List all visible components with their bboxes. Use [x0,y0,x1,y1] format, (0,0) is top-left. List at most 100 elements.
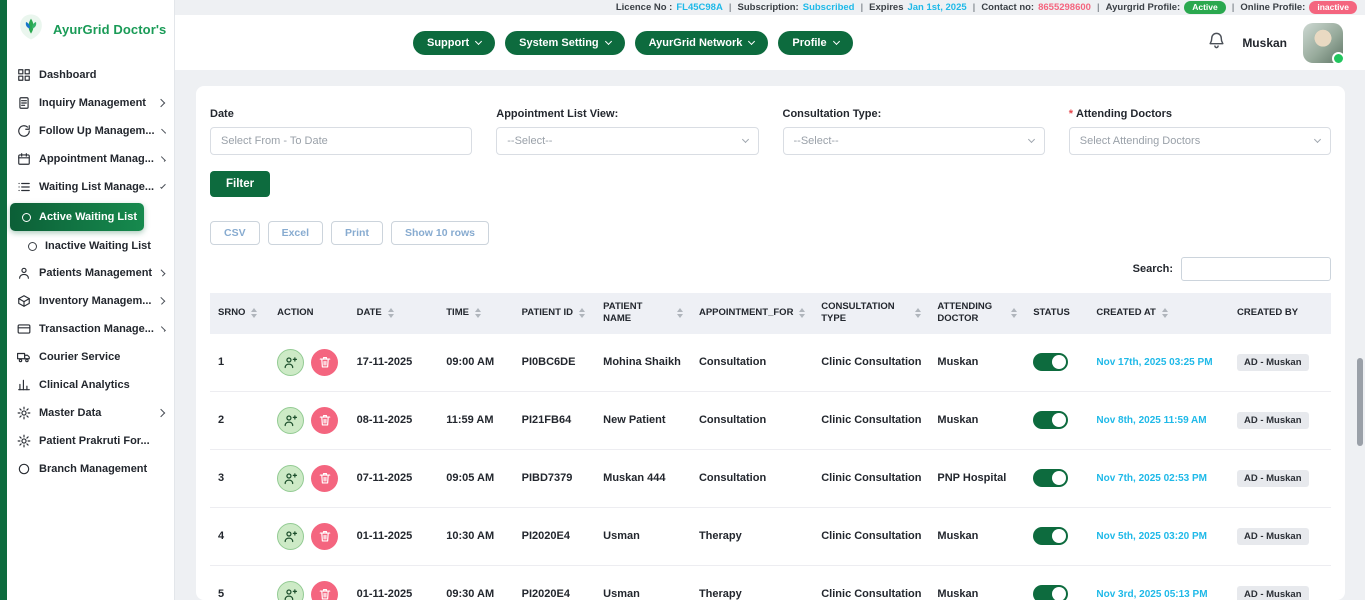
print-button[interactable]: Print [331,221,383,245]
consultation-type-select[interactable]: --Select-- [783,127,1045,155]
delete-icon[interactable] [311,523,338,550]
sidebar-item-active-waiting-list[interactable]: Active Waiting List [10,203,144,231]
col-header-appointment-for[interactable]: APPOINTMENT_FOR [691,293,813,334]
avatar[interactable] [1303,23,1343,63]
vertical-scrollbar[interactable] [1357,358,1363,446]
date-range-field[interactable] [210,127,472,155]
ayurgrid-network-menu-button[interactable]: AyurGrid Network [635,31,769,55]
truck-icon [16,350,31,364]
chevron-right-icon [157,409,165,417]
status-toggle[interactable] [1033,353,1068,371]
online-profile-status-badge: inactive [1309,1,1357,14]
waiting-list-card: Date Appointment List View: --Select-- C… [196,86,1345,600]
delete-icon[interactable] [311,465,338,492]
col-header-srno[interactable]: SRNO [210,293,269,334]
sidebar-item-waiting-list-management[interactable]: Waiting List Manage... [8,173,174,201]
sidebar-item-clinical-analytics[interactable]: Clinical Analytics [8,371,174,399]
checkin-patient-icon[interactable] [277,349,304,376]
date-label: Date [210,108,472,120]
sidebar-item-inquiry-management[interactable]: Inquiry Management [8,89,174,117]
col-header-attending-doctor[interactable]: ATTENDING DOCTOR [929,293,1025,334]
attending-doctors-label: *Attending Doctors [1069,108,1331,120]
sidebar-item-patient-prakruti-form[interactable]: Patient Prakruti For... [8,427,174,455]
system-setting-menu-button[interactable]: System Setting [505,31,624,55]
col-header-date[interactable]: DATE [349,293,439,334]
brand[interactable]: AyurGrid Doctor's [8,0,174,59]
filter-button[interactable]: Filter [210,171,270,197]
notification-bell-icon[interactable] [1207,31,1226,55]
sort-icon[interactable] [1011,308,1017,318]
col-header-patient-id[interactable]: PATIENT ID [514,293,596,334]
checkin-patient-icon[interactable] [277,407,304,434]
col-header-time[interactable]: TIME [438,293,513,334]
sort-icon[interactable] [1162,308,1168,318]
csv-button[interactable]: CSV [210,221,260,245]
search-input[interactable] [1181,257,1331,281]
status-toggle[interactable] [1033,469,1068,487]
checkin-patient-icon[interactable] [277,581,304,600]
sidebar-item-dashboard[interactable]: Dashboard [8,61,174,89]
status-toggle[interactable] [1033,527,1068,545]
delete-icon[interactable] [311,407,338,434]
sort-icon[interactable] [388,308,394,318]
license-strip: Licence No : FL45C98A | Subscription: Su… [175,0,1365,15]
subscription-label: Subscription: [738,2,799,13]
profile-menu-button[interactable]: Profile [778,31,852,55]
cell-time: 10:30 AM [438,507,513,565]
chevron-down-icon [1314,136,1321,143]
col-header-action: ACTION [269,293,348,334]
cell-patient-name: New Patient [595,391,691,449]
sidebar-item-courier-service[interactable]: Courier Service [8,343,174,371]
col-header-created-by: CREATED BY [1229,293,1331,334]
expires-value: Jan 1st, 2025 [907,2,966,13]
attending-doctors-select[interactable]: Select Attending Doctors [1069,127,1331,155]
excel-button[interactable]: Excel [268,221,323,245]
sidebar-item-branch-management[interactable]: Branch Management [8,455,174,483]
sort-icon[interactable] [677,308,683,318]
sort-icon[interactable] [251,308,257,318]
licence-label: Licence No : [616,2,673,13]
support-menu-button[interactable]: Support [413,31,495,55]
created-at-value: Nov 5th, 2025 03:20 PM [1096,531,1207,542]
show-rows-button[interactable]: Show 10 rows [391,221,489,245]
licence-number: FL45C98A [676,2,722,13]
box-icon [16,294,31,308]
sidebar-item-appointment-management[interactable]: Appointment Manag... [8,145,174,173]
sort-icon[interactable] [799,308,805,318]
sidebar-item-follow-up-management[interactable]: Follow Up Managem... [8,117,174,145]
sort-icon[interactable] [579,308,585,318]
cell-date: 01-11-2025 [349,565,439,600]
sidebar-item-inactive-waiting-list[interactable]: Inactive Waiting List [8,233,174,259]
appointment-view-select[interactable]: --Select-- [496,127,758,155]
expires-label: Expires [869,2,903,13]
chevron-down-icon [748,37,755,44]
cell-consultation-type: Clinic Consultation [813,507,929,565]
sidebar-item-transaction-management[interactable]: Transaction Manage... [8,315,174,343]
chevron-down-icon [1028,136,1035,143]
status-toggle[interactable] [1033,411,1068,429]
sidebar-item-label: Master Data [39,407,101,419]
separator: | [1097,2,1100,13]
sort-icon[interactable] [475,308,481,318]
col-header-created-at[interactable]: CREATED AT [1088,293,1229,334]
checkin-patient-icon[interactable] [277,523,304,550]
sidebar-item-patients-management[interactable]: Patients Management [8,259,174,287]
status-toggle[interactable] [1033,585,1068,600]
bar-chart-icon [16,378,31,392]
sidebar-item-label: Branch Management [39,463,147,475]
nav-label: Profile [792,37,826,49]
sidebar-item-inventory-management[interactable]: Inventory Managem... [8,287,174,315]
checkin-patient-icon[interactable] [277,465,304,492]
cell-time: 09:05 AM [438,449,513,507]
sidebar-item-master-data[interactable]: Master Data [8,399,174,427]
col-header-consultation-type[interactable]: CONSULTATION TYPE [813,293,929,334]
date-range-input[interactable] [221,135,461,147]
sort-icon[interactable] [915,308,921,318]
col-header-patient-name[interactable]: PATIENT NAME [595,293,691,334]
select-value: Select Attending Doctors [1080,135,1200,147]
delete-icon[interactable] [311,349,338,376]
delete-icon[interactable] [311,581,338,600]
cell-patient-name: Usman [595,565,691,600]
separator: | [1232,2,1235,13]
row-actions [277,581,340,600]
